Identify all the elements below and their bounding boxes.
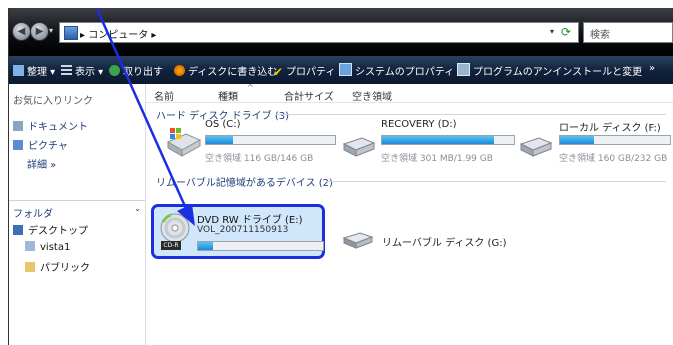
sort-arrow-icon: ^ xyxy=(247,83,254,92)
forward-button[interactable]: ▶ xyxy=(30,22,49,41)
organize-button[interactable]: 整理 ▾ xyxy=(13,63,55,78)
drive-e-usage-bar xyxy=(197,241,324,251)
folders-header: フォルダ xyxy=(13,209,53,220)
favorite-pictures[interactable]: ピクチャ xyxy=(13,137,68,152)
views-button[interactable]: 表示 ▾ xyxy=(61,63,103,78)
breadcrumb[interactable]: ▸ コンピュータ ▸ xyxy=(80,26,156,41)
hdd-icon xyxy=(342,137,376,157)
computer-icon xyxy=(64,26,78,40)
folders-bar[interactable]: フォルダ ⌄ xyxy=(9,200,145,220)
search-placeholder: 検索 xyxy=(590,30,610,41)
explorer-window: ◀ ▶ ▾ ▸ コンピュータ ▸ ▾ ⟳ 検索 整理 ▾ 表示 ▾ 取り出す デ… xyxy=(8,8,673,345)
search-input[interactable]: 検索 xyxy=(583,22,673,43)
address-dropdown-icon[interactable]: ▾ xyxy=(550,27,554,36)
column-type[interactable]: 種類 xyxy=(218,88,238,103)
drive-c-free: 空き領域 116 GB/146 GB xyxy=(205,154,314,164)
pictures-icon xyxy=(13,140,23,150)
hdd-icon xyxy=(519,137,553,157)
removable-disk-icon xyxy=(342,232,374,249)
navigation-pane: お気に入りリンク ドキュメント ピクチャ 詳細 » フォルダ ⌄ デスクトップ … xyxy=(9,84,146,345)
folder-icon xyxy=(25,262,35,272)
uninstall-button[interactable]: プログラムのアンインストールと変更 xyxy=(457,63,642,78)
refresh-icon[interactable]: ⟳ xyxy=(558,25,574,39)
drive-item-f[interactable] xyxy=(519,136,553,161)
burn-icon xyxy=(174,65,185,76)
drive-c-name: OS (C:) xyxy=(205,119,241,130)
eject-button[interactable]: 取り出す xyxy=(109,63,163,78)
column-header-row: 名前 種類 ^ 合計サイズ 空き領域 xyxy=(146,83,673,103)
group-divider xyxy=(326,181,666,182)
drive-g-name: リムーバブル ディスク (G:) xyxy=(382,238,507,249)
folder-vista1[interactable]: vista1 xyxy=(25,241,70,253)
favorite-documents[interactable]: ドキュメント xyxy=(13,118,88,133)
windows-hdd-icon xyxy=(166,128,202,157)
address-bar-region: ◀ ▶ ▾ ▸ コンピュータ ▸ ▾ ⟳ 検索 xyxy=(9,8,673,56)
uninstall-icon xyxy=(457,63,470,76)
drive-f-free: 空き領域 160 GB/232 GB xyxy=(559,154,668,164)
documents-icon xyxy=(13,121,23,131)
drive-item-e-selected[interactable]: CD-R DVD RW ドライブ (E:) VOL_200711150913 xyxy=(151,204,325,259)
drive-item-d[interactable] xyxy=(342,136,376,161)
favorites-header: お気に入りリンク xyxy=(13,96,93,107)
more-links[interactable]: 詳細 » xyxy=(27,156,56,171)
drive-d-usage-bar xyxy=(381,135,515,145)
drive-f-usage-bar xyxy=(559,135,671,145)
system-properties-icon xyxy=(339,63,352,76)
more-commands-button[interactable]: » xyxy=(649,63,655,74)
column-free-space[interactable]: 空き領域 xyxy=(352,88,392,103)
drive-f-name: ローカル ディスク (F:) xyxy=(559,123,661,134)
command-bar: 整理 ▾ 表示 ▾ 取り出す ディスクに書き込む ✔ プロパティ システムのプロパ… xyxy=(9,56,673,84)
drive-d-free: 空き領域 301 MB/1.99 GB xyxy=(381,154,493,164)
folders-chevron-icon: ⌄ xyxy=(134,204,141,213)
organize-icon xyxy=(13,65,24,76)
properties-icon: ✔ xyxy=(273,65,284,79)
folder-public[interactable]: パブリック xyxy=(25,259,90,274)
properties-button[interactable]: ✔ プロパティ xyxy=(273,63,335,79)
drive-e-name: DVD RW ドライブ (E:) xyxy=(197,215,303,226)
group-divider xyxy=(276,114,666,115)
drive-item-g[interactable] xyxy=(342,232,374,253)
column-total-size[interactable]: 合計サイズ xyxy=(284,88,334,103)
cd-r-badge: CD-R xyxy=(161,241,181,250)
drive-c-usage-bar xyxy=(205,135,336,145)
history-dropdown-icon[interactable]: ▾ xyxy=(49,26,53,35)
drive-e-volume: VOL_200711150913 xyxy=(197,225,289,235)
views-icon xyxy=(61,65,72,76)
drive-d-name: RECOVERY (D:) xyxy=(381,119,457,130)
eject-icon xyxy=(109,65,120,76)
column-name[interactable]: 名前 xyxy=(154,88,174,103)
user-folder-icon xyxy=(25,241,35,251)
burn-button[interactable]: ディスクに書き込む xyxy=(174,63,277,78)
desktop-icon xyxy=(13,225,23,235)
drive-item-c[interactable] xyxy=(166,128,202,161)
folder-desktop[interactable]: デスクトップ xyxy=(13,222,88,237)
group-removable-header[interactable]: リムーバブル記憶域があるデバイス (2) xyxy=(156,174,333,189)
system-properties-button[interactable]: システムのプロパティ xyxy=(339,63,454,78)
address-field[interactable]: ▸ コンピュータ ▸ ▾ ⟳ xyxy=(59,22,579,43)
back-button[interactable]: ◀ xyxy=(12,22,31,41)
